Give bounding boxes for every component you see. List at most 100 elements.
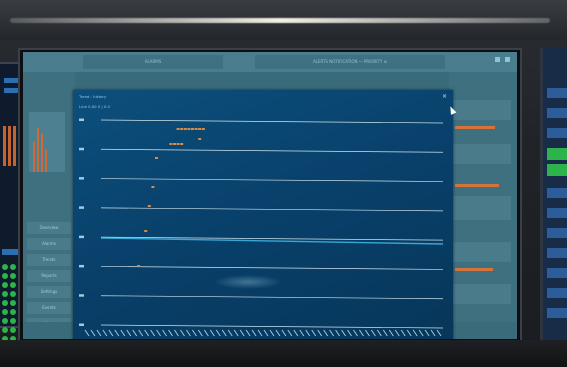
data-point <box>201 128 205 130</box>
x-tick-label <box>382 329 388 337</box>
menu-item[interactable]: Settings <box>27 286 71 298</box>
menu-item[interactable]: Alarms <box>27 238 71 250</box>
x-tick-label <box>275 329 281 337</box>
right-monitor <box>540 48 567 348</box>
top-bar: ALARMS ALERTS NOTIFICATION — PRIORITY ⊕ <box>23 52 517 72</box>
status-dot <box>2 291 8 297</box>
x-tick-label <box>114 329 120 337</box>
data-point <box>137 265 140 267</box>
x-tick-label <box>239 329 245 337</box>
status-dot <box>10 300 16 306</box>
y-tick-label <box>79 147 84 151</box>
x-tick-label <box>197 329 203 337</box>
status-dot <box>2 300 8 306</box>
data-point <box>183 128 187 130</box>
info-block <box>453 242 511 262</box>
x-tick-label <box>353 329 358 337</box>
data-point <box>151 186 155 188</box>
y-tick-label <box>79 118 84 121</box>
x-tick-label <box>317 329 323 337</box>
x-tick-label <box>412 329 418 337</box>
data-point <box>198 128 202 130</box>
right-monitor-cell <box>547 108 567 118</box>
menu-item[interactable]: Events <box>27 302 71 314</box>
x-tick-label <box>186 329 191 337</box>
right-monitor-cell <box>547 228 567 238</box>
info-block <box>453 284 511 304</box>
x-tick-label <box>293 329 299 337</box>
data-point <box>173 143 176 145</box>
gridline <box>100 207 444 212</box>
status-dot <box>2 318 8 324</box>
screen-glare <box>213 275 283 289</box>
y-tick-label <box>79 264 84 268</box>
trend-popup: Trend - history Line 0.00 0 | 0.0 × <box>73 90 457 339</box>
x-tick-label <box>144 329 150 337</box>
x-tick-label <box>108 329 114 337</box>
main-screen: ALARMS ALERTS NOTIFICATION — PRIORITY ⊕ … <box>23 52 517 339</box>
status-dot <box>10 318 16 324</box>
left-monitor-chart <box>3 126 17 166</box>
x-tick-label <box>299 329 305 337</box>
x-tick-label <box>126 329 132 337</box>
status-dot <box>2 327 8 333</box>
right-monitor-cell <box>547 288 567 298</box>
status-dot <box>10 309 16 315</box>
menu-item[interactable]: Trends <box>27 254 71 266</box>
x-tick-label <box>418 329 424 337</box>
x-tick-label <box>168 329 173 337</box>
close-icon[interactable] <box>505 57 510 62</box>
tab-alarms[interactable]: ALARMS <box>83 55 223 69</box>
data-point <box>198 138 202 140</box>
x-tick-label <box>96 329 102 337</box>
data-point <box>176 128 180 130</box>
x-tick-label <box>245 329 251 337</box>
x-tick-label <box>138 329 144 337</box>
right-monitor-cell <box>547 188 567 198</box>
info-block <box>453 100 511 120</box>
x-tick-label <box>329 329 335 337</box>
x-tick-label <box>251 329 257 337</box>
gridline <box>100 295 444 300</box>
x-tick-label <box>84 329 90 337</box>
x-tick-label <box>221 329 227 337</box>
right-panel <box>449 72 517 339</box>
menu-item[interactable]: Overview <box>27 222 71 234</box>
desk <box>0 340 567 367</box>
y-tick-label <box>79 206 84 209</box>
x-tick-label <box>227 329 233 337</box>
x-tick-label <box>376 329 382 337</box>
y-tick-label <box>79 323 84 326</box>
data-point <box>169 143 173 145</box>
x-tick-label <box>394 329 400 337</box>
x-tick-label <box>120 329 126 337</box>
data-point <box>147 205 151 207</box>
x-tick-label <box>132 329 138 337</box>
x-tick-label <box>406 329 412 337</box>
gridline <box>100 266 444 270</box>
x-tick-label <box>305 329 311 337</box>
left-panel: Overview Alarms Trends Reports Settings … <box>23 72 75 339</box>
right-monitor-cell <box>547 208 567 218</box>
data-point <box>155 157 158 159</box>
x-tick-label <box>269 329 275 337</box>
data-point <box>180 143 184 145</box>
x-tick-label <box>311 329 317 337</box>
x-tick-label <box>436 329 442 337</box>
gridline <box>100 148 444 153</box>
menu-item[interactable]: Reports <box>27 270 71 282</box>
status-dot <box>2 273 8 279</box>
gridline <box>100 324 444 329</box>
minimize-icon[interactable] <box>495 57 500 62</box>
tab-alerts[interactable]: ALERTS NOTIFICATION — PRIORITY ⊕ <box>255 55 445 69</box>
x-tick-label <box>400 329 406 337</box>
x-tick-label <box>102 329 108 337</box>
mini-bar <box>45 150 47 172</box>
x-tick-label <box>174 329 179 337</box>
right-monitor-cell <box>547 248 567 258</box>
x-tick-label <box>233 329 239 337</box>
data-point <box>191 128 194 130</box>
mini-bar <box>41 134 43 172</box>
y-tick-label <box>79 235 84 239</box>
info-block <box>453 196 511 220</box>
